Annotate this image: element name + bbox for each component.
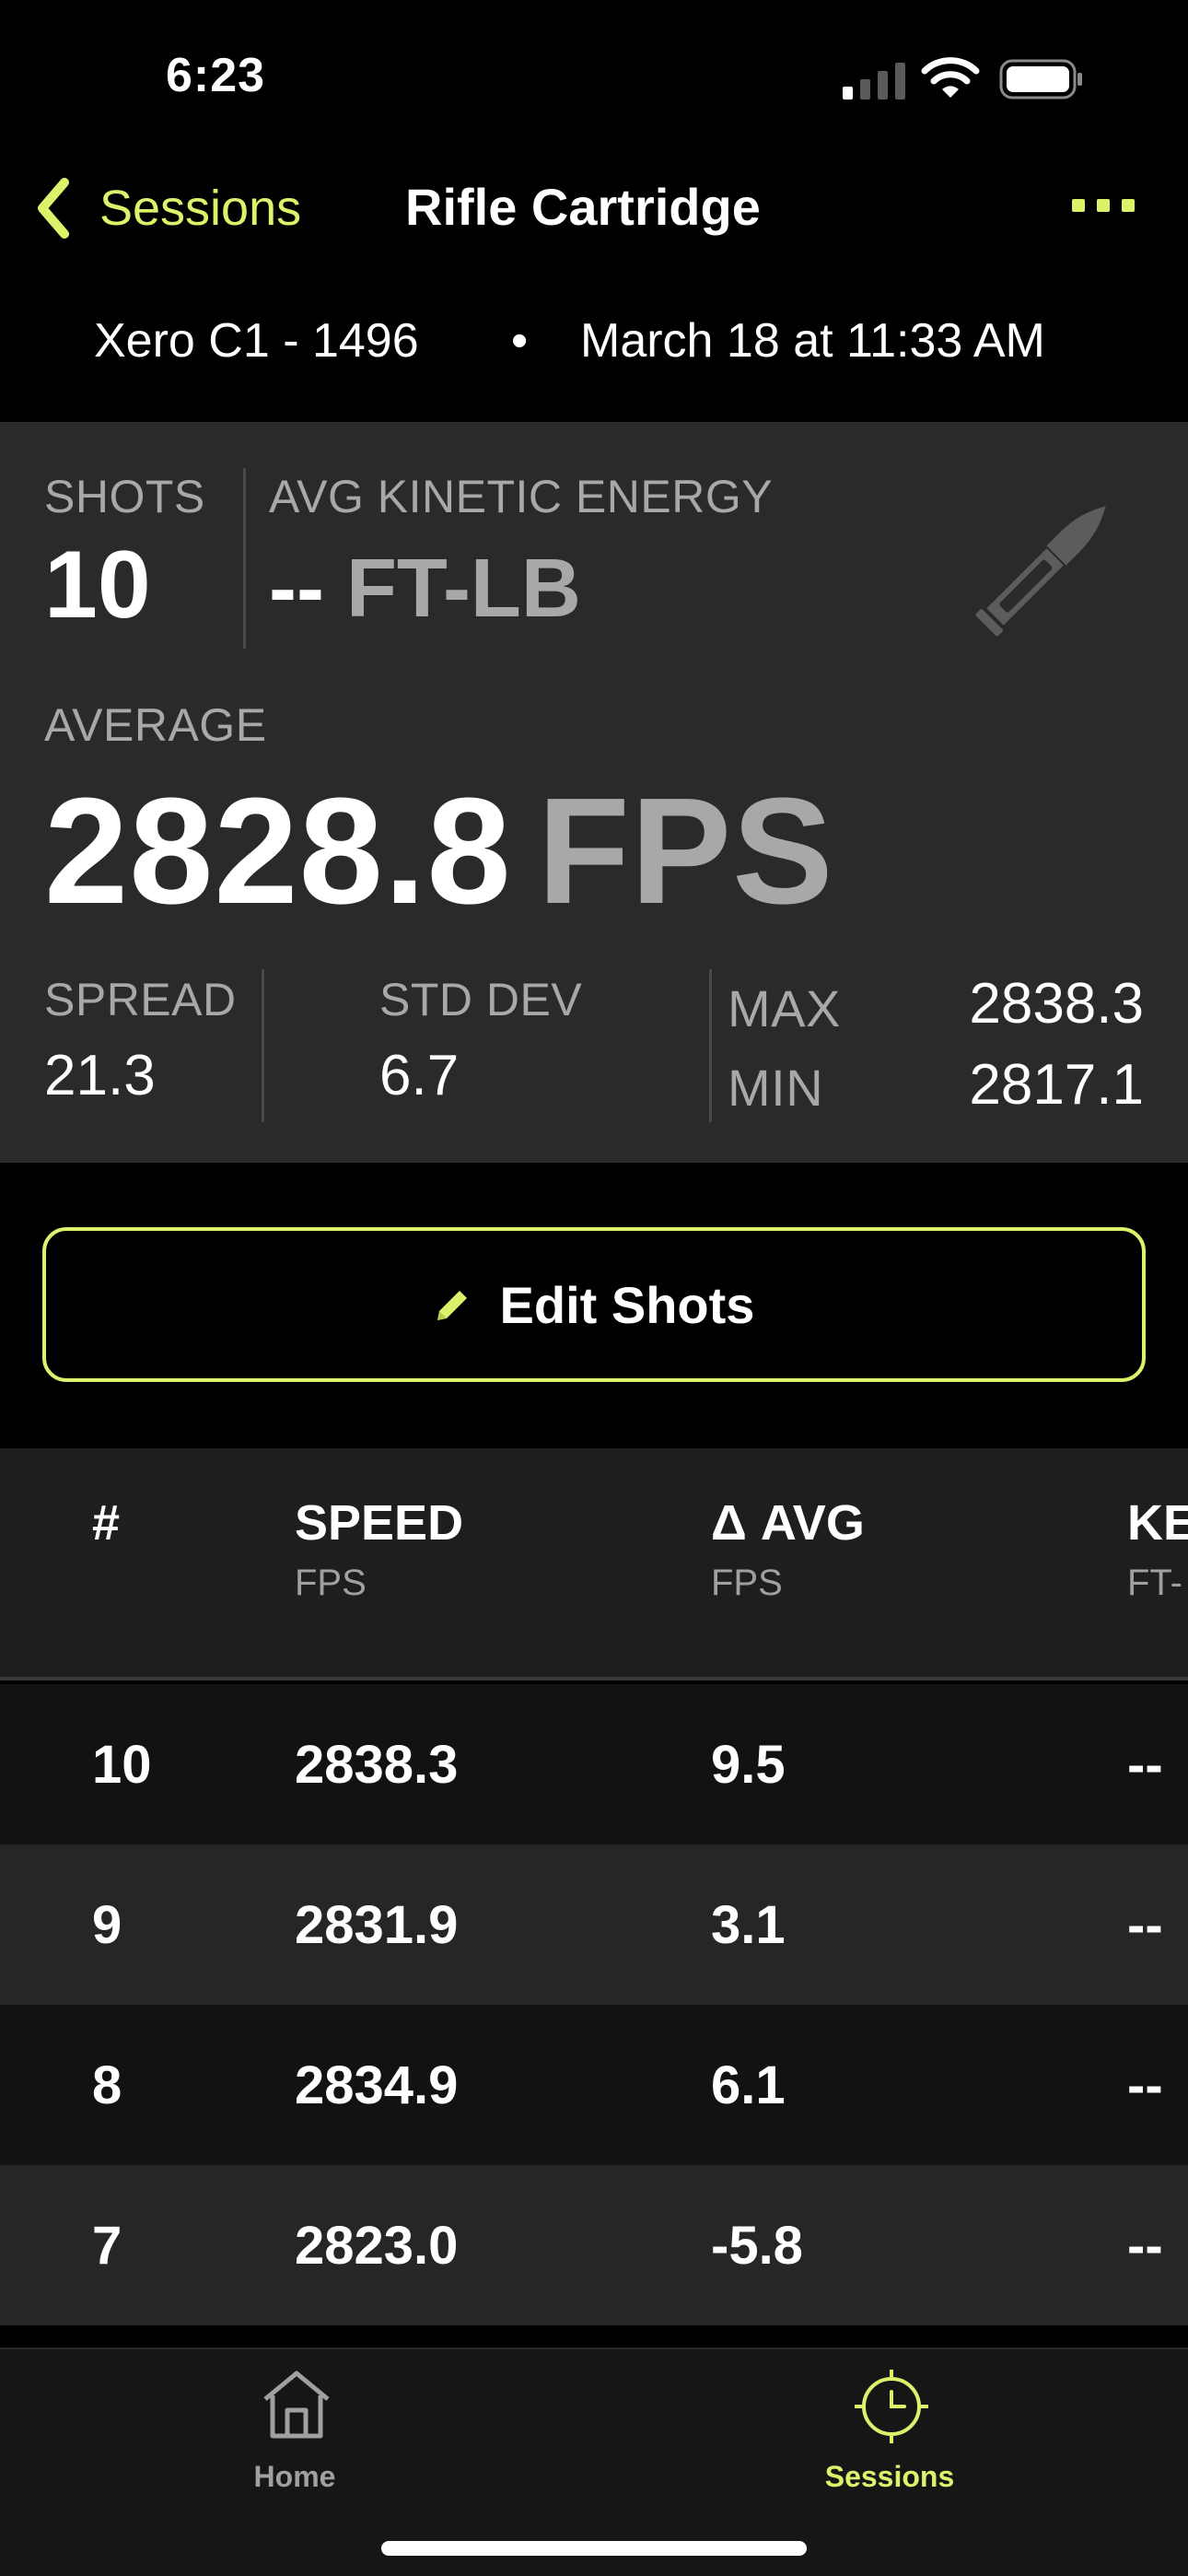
average-number: 2828.8: [44, 767, 512, 935]
column-unit-ke: FT-: [1127, 1563, 1182, 1603]
shot-ke: --: [1127, 1895, 1163, 1955]
stats-panel: SHOTS 10 AVG KINETIC ENERGY -- FT-LB AVER…: [0, 422, 1188, 1163]
shot-speed: 2823.0: [295, 2216, 459, 2276]
shot-number: 10: [92, 1735, 152, 1795]
spread-label: SPREAD: [44, 974, 237, 1025]
home-indicator: [381, 2541, 807, 2556]
shot-number: 9: [92, 1895, 122, 1955]
min-label: MIN: [728, 1059, 824, 1117]
divider: [243, 468, 246, 649]
separator-dot: •: [511, 314, 529, 368]
shot-number: 7: [92, 2216, 122, 2276]
table-row[interactable]: 9 2831.9 3.1 --: [0, 1844, 1188, 2005]
shot-speed: 2831.9: [295, 1895, 459, 1955]
table-row[interactable]: 7 2823.0 -5.8 --: [0, 2165, 1188, 2325]
column-unit-speed: FPS: [295, 1563, 367, 1603]
shot-speed: 2834.9: [295, 2055, 459, 2115]
average-value: 2828.8 FPS: [44, 765, 834, 938]
shot-number: 8: [92, 2055, 122, 2115]
column-header-delta-avg: Δ AVG: [711, 1495, 865, 1551]
tab-home[interactable]: Home: [157, 2349, 433, 2515]
shot-ke: --: [1127, 2216, 1163, 2276]
more-dot-icon: [1097, 199, 1110, 212]
tab-sessions-label: Sessions: [824, 2460, 955, 2493]
ke-label: AVG KINETIC ENERGY: [269, 471, 774, 522]
column-header-number: #: [92, 1495, 121, 1551]
divider: [262, 969, 264, 1122]
average-label: AVERAGE: [44, 699, 267, 751]
std-dev-label: STD DEV: [379, 974, 583, 1025]
spread-value: 21.3: [44, 1044, 156, 1107]
column-unit-delta-avg: FPS: [711, 1563, 783, 1603]
shots-value: 10: [44, 532, 151, 638]
table-row[interactable]: 8 2834.9 6.1 --: [0, 2005, 1188, 2165]
edit-shots-label: Edit Shots: [499, 1275, 755, 1334]
std-dev-value: 6.7: [379, 1044, 460, 1107]
column-header-ke: KE: [1127, 1495, 1188, 1551]
shots-label: SHOTS: [44, 471, 205, 522]
home-icon: [263, 2371, 330, 2439]
column-header-speed: SPEED: [295, 1495, 464, 1551]
more-dot-icon: [1122, 199, 1135, 212]
session-subtitle: Xero C1 - 1496 • March 18 at 11:33 AM: [0, 313, 1188, 378]
average-unit: FPS: [537, 767, 834, 935]
more-options-button[interactable]: [1072, 199, 1135, 217]
shot-ke: --: [1127, 1735, 1163, 1795]
pencil-icon: [437, 1291, 467, 1320]
session-date: March 18 at 11:33 AM: [580, 314, 1045, 368]
shot-ke: --: [1127, 2055, 1163, 2115]
back-button[interactable]: Sessions: [33, 171, 301, 245]
edit-shots-button[interactable]: Edit Shots: [42, 1227, 1146, 1382]
shots-table-header: # SPEED FPS Δ AVG FPS KE FT-: [0, 1448, 1188, 1680]
min-value: 2817.1: [969, 1053, 1144, 1117]
shot-delta: 3.1: [711, 1895, 786, 1955]
max-label: MAX: [728, 979, 841, 1037]
page-title: Rifle Cartridge: [405, 178, 761, 236]
divider: [709, 969, 712, 1122]
more-dot-icon: [1072, 199, 1085, 212]
shot-speed: 2838.3: [295, 1735, 459, 1795]
crosshair-clock-icon: [855, 2370, 928, 2443]
status-time: 6:23: [166, 49, 266, 102]
device-name: Xero C1 - 1496: [94, 314, 419, 368]
cartridge-icon: [975, 506, 1106, 637]
battery-icon: [999, 59, 1082, 100]
navigation-bar: Sessions Rifle Cartridge: [0, 166, 1188, 249]
wifi-icon: [921, 57, 980, 98]
shot-delta: -5.8: [711, 2216, 803, 2276]
back-label: Sessions: [99, 181, 302, 236]
shot-delta: 6.1: [711, 2055, 786, 2115]
max-value: 2838.3: [969, 972, 1144, 1036]
table-row[interactable]: 10 2838.3 9.5 --: [0, 1684, 1188, 1844]
tab-home-label: Home: [253, 2460, 336, 2493]
shot-delta: 9.5: [711, 1735, 786, 1795]
chevron-left-icon: [38, 178, 69, 239]
ke-unit: FT-LB: [345, 543, 581, 635]
cellular-signal-icon: [843, 63, 905, 100]
tab-sessions[interactable]: Sessions: [751, 2349, 1028, 2515]
status-bar: 6:23: [0, 0, 1188, 157]
ke-value: -- FT-LB: [269, 542, 581, 637]
ke-number: --: [269, 543, 324, 635]
